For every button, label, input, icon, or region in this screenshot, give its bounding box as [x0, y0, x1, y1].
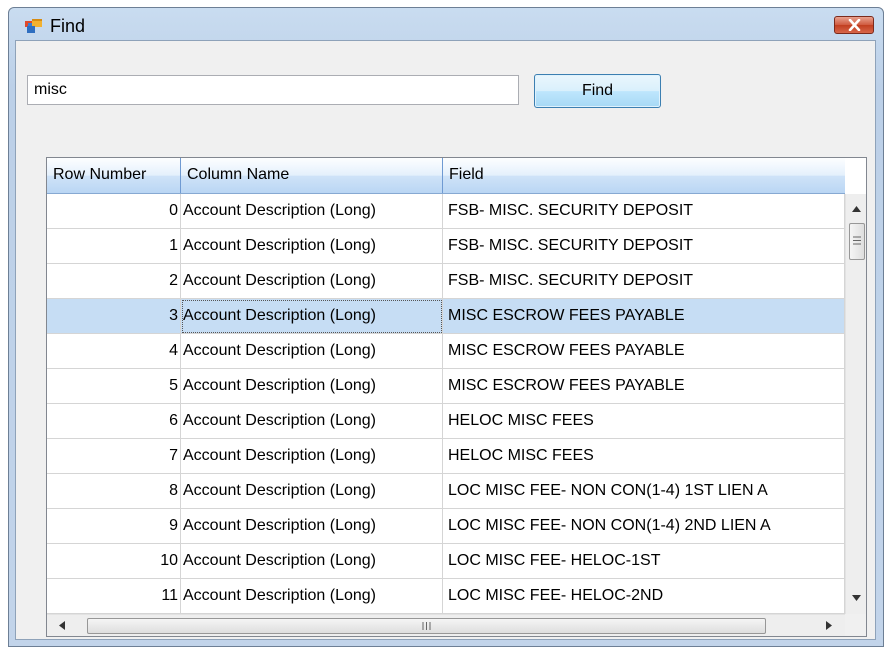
- cell-column-name[interactable]: Account Description (Long): [181, 264, 443, 299]
- cell-row-number[interactable]: 4: [47, 334, 181, 369]
- cell-column-name[interactable]: Account Description (Long): [181, 194, 443, 229]
- grid-header: Row Number Column Name Field: [47, 158, 845, 194]
- column-header-row-number[interactable]: Row Number: [47, 158, 181, 193]
- cell-column-name[interactable]: Account Description (Long): [181, 299, 443, 334]
- table-row[interactable]: 7 Account Description (Long) HELOC MISC FE…: [47, 439, 845, 475]
- cell-field[interactable]: LOC MISC FEE- HELOC-2ND: [443, 579, 845, 614]
- cell-row-number[interactable]: 11: [47, 579, 181, 614]
- cell-row-number[interactable]: 6: [47, 404, 181, 439]
- cell-field[interactable]: FSB- MISC. SECURITY DEPOSIT: [443, 194, 845, 229]
- column-header-field[interactable]: Field: [443, 158, 845, 193]
- cell-field[interactable]: MISC ESCROW FEES PAYABLE: [443, 369, 845, 404]
- title-bar[interactable]: Find: [9, 8, 883, 42]
- table-row[interactable]: 0 Account Description (Long) FSB- MISC. SE…: [47, 194, 845, 230]
- cell-column-name[interactable]: Account Description (Long): [181, 369, 443, 404]
- grip-icon: [853, 236, 861, 245]
- cell-field[interactable]: HELOC MISC FEES: [443, 439, 845, 474]
- results-grid: Row Number Column Name Field 0 Account De…: [46, 157, 867, 637]
- cell-row-number[interactable]: 9: [47, 509, 181, 544]
- find-button[interactable]: Find: [534, 74, 661, 108]
- table-row[interactable]: 4 Account Description (Long) MISC ESCROW F…: [47, 334, 845, 370]
- cell-field[interactable]: LOC MISC FEE- HELOC-1ST: [443, 544, 845, 579]
- vertical-scroll-thumb[interactable]: [849, 223, 865, 260]
- horizontal-scroll-thumb[interactable]: [87, 618, 766, 634]
- cell-row-number[interactable]: 10: [47, 544, 181, 579]
- table-row[interactable]: 3 Account Description (Long) MISC ESCROW F…: [47, 299, 845, 335]
- table-row[interactable]: 2 Account Description (Long) FSB- MISC. SE…: [47, 264, 845, 300]
- cell-field[interactable]: HELOC MISC FEES: [443, 404, 845, 439]
- cell-field[interactable]: MISC ESCROW FEES PAYABLE: [443, 299, 845, 334]
- table-row[interactable]: 9 Account Description (Long) LOC MISC FEE-…: [47, 509, 845, 545]
- cell-column-name[interactable]: Account Description (Long): [181, 439, 443, 474]
- arrow-right-icon[interactable]: [826, 621, 832, 630]
- cell-column-name[interactable]: Account Description (Long): [181, 404, 443, 439]
- cell-row-number[interactable]: 7: [47, 439, 181, 474]
- cell-field[interactable]: FSB- MISC. SECURITY DEPOSIT: [443, 264, 845, 299]
- arrow-down-icon[interactable]: [852, 595, 861, 601]
- cell-field[interactable]: LOC MISC FEE- NON CON(1-4) 1ST LIEN A: [443, 474, 845, 509]
- close-icon: [848, 19, 861, 31]
- cell-column-name[interactable]: Account Description (Long): [181, 509, 443, 544]
- table-row[interactable]: 11 Account Description (Long) LOC MISC FEE…: [47, 579, 845, 615]
- cell-row-number[interactable]: 3: [47, 299, 181, 334]
- app-window-icon: [25, 19, 42, 33]
- table-row[interactable]: 8 Account Description (Long) LOC MISC FEE-…: [47, 474, 845, 510]
- close-button[interactable]: [834, 16, 874, 34]
- window-title: Find: [50, 16, 86, 36]
- table-row[interactable]: 10 Account Description (Long) LOC MISC FEE…: [47, 544, 845, 580]
- cell-row-number[interactable]: 1: [47, 229, 181, 264]
- cell-row-number[interactable]: 2: [47, 264, 181, 299]
- cell-row-number[interactable]: 5: [47, 369, 181, 404]
- table-row[interactable]: 5 Account Description (Long) MISC ESCROW F…: [47, 369, 845, 405]
- cell-field[interactable]: FSB- MISC. SECURITY DEPOSIT: [443, 229, 845, 264]
- cell-column-name[interactable]: Account Description (Long): [181, 334, 443, 369]
- column-header-column-name[interactable]: Column Name: [181, 158, 443, 193]
- cell-column-name[interactable]: Account Description (Long): [181, 229, 443, 264]
- cell-field[interactable]: MISC ESCROW FEES PAYABLE: [443, 334, 845, 369]
- cell-row-number[interactable]: 0: [47, 194, 181, 229]
- arrow-up-icon[interactable]: [852, 206, 861, 212]
- cell-column-name[interactable]: Account Description (Long): [181, 579, 443, 614]
- table-row[interactable]: 6 Account Description (Long) HELOC MISC FE…: [47, 404, 845, 440]
- vertical-scrollbar[interactable]: [845, 194, 866, 614]
- arrow-left-icon[interactable]: [59, 621, 65, 630]
- cell-row-number[interactable]: 8: [47, 474, 181, 509]
- grip-icon: [422, 622, 431, 630]
- table-row[interactable]: 1 Account Description (Long) FSB- MISC. SE…: [47, 229, 845, 265]
- search-input[interactable]: [27, 75, 519, 105]
- cell-column-name[interactable]: Account Description (Long): [181, 474, 443, 509]
- cell-column-name[interactable]: Account Description (Long): [181, 544, 443, 579]
- horizontal-scrollbar[interactable]: [47, 614, 845, 636]
- cell-field[interactable]: LOC MISC FEE- NON CON(1-4) 2ND LIEN A: [443, 509, 845, 544]
- scrollbar-corner: [845, 614, 866, 636]
